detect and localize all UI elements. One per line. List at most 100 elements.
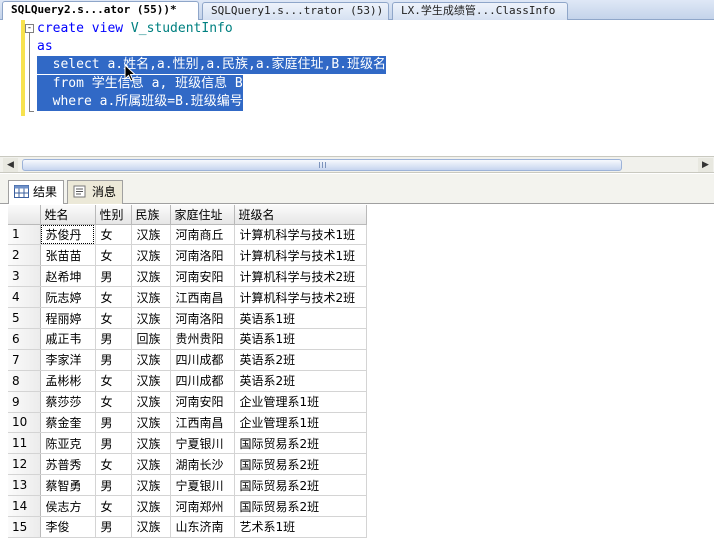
cell-class[interactable]: 计算机科学与技术1班: [234, 244, 367, 267]
scroll-right-icon[interactable]: ▶: [698, 158, 713, 172]
cell-class[interactable]: 艺术系1班: [234, 516, 367, 538]
cell-name[interactable]: 李俊: [40, 516, 96, 538]
cell-address[interactable]: 河南郑州: [170, 495, 235, 517]
table-row[interactable]: 4 阮志婷女汉族 江西南昌 计算机科学与技术2班: [8, 286, 367, 309]
cell-gender[interactable]: 女: [95, 391, 132, 413]
cell-gender[interactable]: 女: [95, 495, 132, 517]
cell-name[interactable]: 侯志方: [40, 495, 96, 517]
cell-class[interactable]: 英语系1班: [234, 328, 367, 350]
cell-address[interactable]: 河南商丘: [170, 224, 235, 246]
cell-class[interactable]: 英语系2班: [234, 370, 367, 392]
column-header-gender[interactable]: 性别: [95, 205, 132, 225]
tab-sqlquery1[interactable]: SQLQuery1.s...trator (53)): [202, 2, 389, 20]
cell-class[interactable]: 国际贸易系2班: [234, 474, 367, 497]
cell-class[interactable]: 国际贸易系2班: [234, 495, 367, 517]
cell-address[interactable]: 宁夏银川: [170, 432, 235, 455]
cell-address[interactable]: 山东济南: [170, 516, 235, 538]
table-row[interactable]: 10 蔡金奎男汉族 江西南昌 企业管理系1班: [8, 412, 367, 434]
cell-ethnicity[interactable]: 汉族: [131, 370, 171, 392]
cell-class[interactable]: 国际贸易系2班: [234, 432, 367, 455]
cell-address[interactable]: 河南安阳: [170, 391, 235, 413]
cell-gender[interactable]: 女: [95, 453, 132, 476]
tab-results[interactable]: 结果: [8, 180, 65, 205]
cell-class[interactable]: 企业管理系1班: [234, 391, 367, 413]
column-header-address[interactable]: 家庭住址: [170, 205, 235, 225]
table-row[interactable]: 6 戚正韦男回族 贵州贵阳 英语系1班: [8, 328, 367, 350]
table-row[interactable]: 15 李俊男汉族 山东济南 艺术系1班: [8, 516, 367, 538]
column-header-ethnicity[interactable]: 民族: [131, 205, 171, 225]
cell-address[interactable]: 贵州贵阳: [170, 328, 235, 350]
cell-address[interactable]: 河南洛阳: [170, 244, 235, 267]
cell-ethnicity[interactable]: 汉族: [131, 307, 171, 329]
tab-sqlquery2[interactable]: SQLQuery2.s...ator (55))*: [2, 1, 199, 21]
table-row[interactable]: 2 张苗苗女汉族 河南洛阳 计算机科学与技术1班: [8, 244, 367, 267]
cell-name[interactable]: 陈亚克: [40, 432, 96, 455]
cell-name[interactable]: 蔡莎莎: [40, 391, 96, 413]
cell-gender[interactable]: 男: [95, 474, 132, 497]
cell-class[interactable]: 国际贸易系2班: [234, 453, 367, 476]
scrollbar-thumb[interactable]: [22, 159, 622, 171]
cell-gender[interactable]: 女: [95, 370, 132, 392]
table-row[interactable]: 9 蔡莎莎女汉族 河南安阳 企业管理系1班: [8, 391, 367, 413]
cell-class[interactable]: 企业管理系1班: [234, 412, 367, 434]
column-header-class[interactable]: 班级名: [234, 205, 367, 225]
cell-gender[interactable]: 女: [95, 244, 132, 267]
cell-ethnicity[interactable]: 汉族: [131, 516, 171, 538]
cell-gender[interactable]: 男: [95, 265, 132, 288]
results-grid[interactable]: 姓名 性别 民族 家庭住址 班级名 1 苏俊丹女汉族 河南商丘 计算机科学与技术1班 2…: [8, 204, 714, 540]
cell-ethnicity[interactable]: 汉族: [131, 391, 171, 413]
table-row[interactable]: 7 李家洋男汉族 四川成都 英语系2班: [8, 349, 367, 371]
cell-ethnicity[interactable]: 汉族: [131, 474, 171, 497]
cell-name[interactable]: 李家洋: [40, 349, 96, 371]
cell-ethnicity[interactable]: 汉族: [131, 432, 171, 455]
cell-gender[interactable]: 男: [95, 516, 132, 538]
collapse-icon[interactable]: -: [25, 24, 34, 33]
cell-address[interactable]: 河南安阳: [170, 265, 235, 288]
table-row[interactable]: 11 陈亚克男汉族 宁夏银川 国际贸易系2班: [8, 432, 367, 455]
table-row[interactable]: 5 程丽婷女汉族 河南洛阳 英语系1班: [8, 307, 367, 329]
cell-name[interactable]: 程丽婷: [40, 307, 96, 329]
cell-name[interactable]: 赵希坤: [40, 265, 96, 288]
cell-name[interactable]: 蔡金奎: [40, 412, 96, 434]
cell-name[interactable]: 孟彬彬: [40, 370, 96, 392]
cell-gender[interactable]: 男: [95, 412, 132, 434]
cell-gender[interactable]: 男: [95, 432, 132, 455]
cell-class[interactable]: 英语系1班: [234, 307, 367, 329]
cell-ethnicity[interactable]: 汉族: [131, 495, 171, 517]
table-row[interactable]: 13 蔡智勇男汉族 宁夏银川 国际贸易系2班: [8, 474, 367, 497]
cell-ethnicity[interactable]: 回族: [131, 328, 171, 350]
scroll-left-icon[interactable]: ◀: [3, 158, 18, 172]
sql-editor[interactable]: - create view V_studentInfo as select a.…: [0, 20, 714, 156]
cell-gender[interactable]: 男: [95, 349, 132, 371]
cell-ethnicity[interactable]: 汉族: [131, 453, 171, 476]
cell-name[interactable]: 苏俊丹: [40, 224, 96, 246]
cell-name[interactable]: 蔡智勇: [40, 474, 96, 497]
cell-class[interactable]: 英语系2班: [234, 349, 367, 371]
cell-gender[interactable]: 女: [95, 286, 132, 309]
cell-ethnicity[interactable]: 汉族: [131, 349, 171, 371]
cell-address[interactable]: 湖南长沙: [170, 453, 235, 476]
table-row[interactable]: 3 赵希坤男汉族 河南安阳 计算机科学与技术2班: [8, 265, 367, 288]
cell-class[interactable]: 计算机科学与技术2班: [234, 286, 367, 309]
cell-ethnicity[interactable]: 汉族: [131, 224, 171, 246]
cell-ethnicity[interactable]: 汉族: [131, 412, 171, 434]
table-row[interactable]: 1 苏俊丹女汉族 河南商丘 计算机科学与技术1班: [8, 224, 367, 246]
cell-address[interactable]: 江西南昌: [170, 412, 235, 434]
cell-gender[interactable]: 女: [95, 224, 132, 246]
cell-gender[interactable]: 男: [95, 328, 132, 350]
cell-ethnicity[interactable]: 汉族: [131, 265, 171, 288]
cell-class[interactable]: 计算机科学与技术1班: [234, 224, 367, 246]
cell-gender[interactable]: 女: [95, 307, 132, 329]
cell-address[interactable]: 江西南昌: [170, 286, 235, 309]
table-row[interactable]: 8 孟彬彬女汉族 四川成都 英语系2班: [8, 370, 367, 392]
cell-address[interactable]: 四川成都: [170, 349, 235, 371]
cell-address[interactable]: 宁夏银川: [170, 474, 235, 497]
cell-ethnicity[interactable]: 汉族: [131, 286, 171, 309]
editor-horizontal-scrollbar[interactable]: ◀ ▶: [0, 156, 714, 173]
column-header-name[interactable]: 姓名: [40, 205, 96, 225]
cell-name[interactable]: 苏普秀: [40, 453, 96, 476]
cell-name[interactable]: 戚正韦: [40, 328, 96, 350]
cell-address[interactable]: 四川成都: [170, 370, 235, 392]
tab-classinfo[interactable]: LX.学生成绩管...ClassInfo: [392, 2, 568, 20]
cell-name[interactable]: 阮志婷: [40, 286, 96, 309]
